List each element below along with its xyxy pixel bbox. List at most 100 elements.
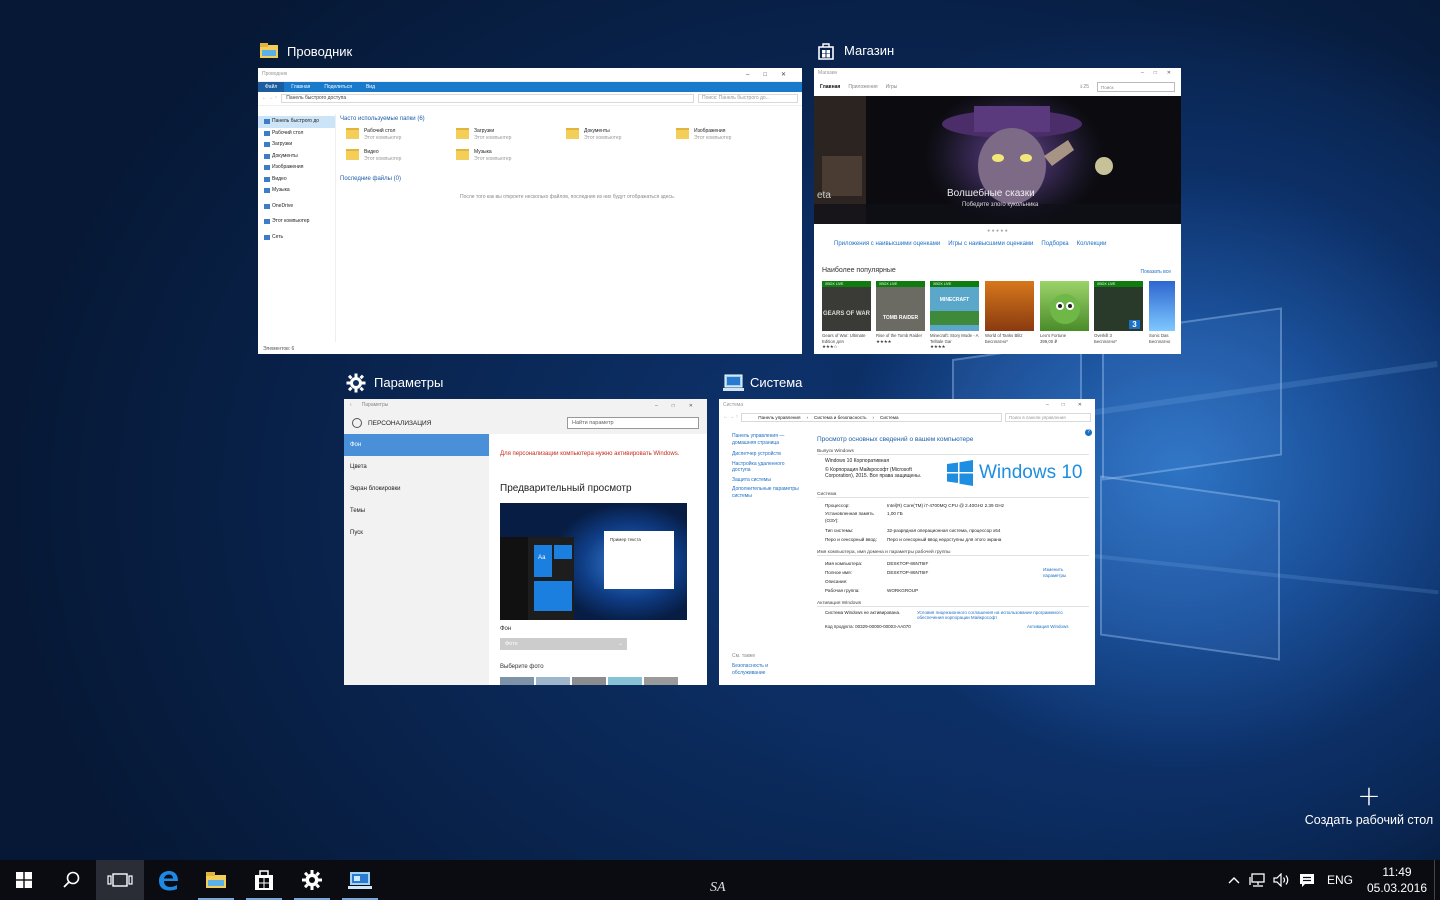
store-link[interactable]: Игры с наивысшими оценками — [948, 241, 1033, 247]
search-button[interactable] — [48, 860, 96, 900]
settings-menu-item[interactable]: Темы — [344, 500, 489, 522]
side-link[interactable]: Защита системы — [725, 477, 811, 484]
settings-thumbnail[interactable]: ‹ Параметры –□✕ ПЕРСОНАЛИЗАЦИЯ Найти пар… — [344, 399, 707, 685]
ribbon-tab[interactable]: Поделиться — [317, 84, 359, 90]
store-window-title[interactable]: Магазин — [816, 41, 894, 60]
settings-taskbar-button[interactable] — [288, 860, 336, 900]
frequent-folders-header[interactable]: Часто используемые папки (6) — [340, 116, 795, 122]
nav-item[interactable]: OneDrive — [258, 201, 335, 213]
nav-item[interactable]: Документы — [258, 151, 335, 163]
clock[interactable]: 11:49 05.03.2016 — [1360, 865, 1434, 895]
explorer-thumbnail[interactable]: Проводник –□✕ Файл Главная Поделиться Ви… — [258, 68, 802, 354]
app-tile[interactable]: XBOX LIVE MINECRAFT — [930, 281, 979, 331]
app-tile[interactable] — [1040, 281, 1089, 331]
show-desktop-button[interactable] — [1434, 860, 1440, 900]
settings-menu-item[interactable]: Пуск — [344, 522, 489, 544]
help-icon[interactable]: ? — [1085, 429, 1092, 436]
settings-menu-item[interactable]: Цвета — [344, 456, 489, 478]
side-link[interactable]: Диспетчер устройств — [725, 451, 811, 458]
system-row: Перо и сенсорный ввод: Перо и сенсорный в… — [825, 536, 1002, 542]
folder-item[interactable]: Изображения Этот компьютер — [676, 128, 786, 141]
folder-item[interactable]: Музыка Этот компьютер — [456, 149, 566, 162]
nav-arrows[interactable]: ← → ↑ — [262, 95, 277, 102]
back-arrow-icon[interactable]: ‹ — [350, 402, 352, 409]
ribbon-tab[interactable]: Главная — [284, 84, 317, 90]
network-icon — [1249, 873, 1265, 887]
ribbon-tab[interactable]: Файл — [258, 82, 285, 92]
window-controls[interactable]: –□✕ — [1046, 402, 1095, 408]
volume-button[interactable] — [1270, 873, 1294, 887]
store-search-input[interactable]: Поиск — [1097, 82, 1175, 92]
store-link[interactable]: Приложения с наивысшими оценками — [834, 241, 940, 247]
change-settings-link[interactable]: Изменить параметры — [1043, 567, 1083, 579]
system-row: Процессор: Intel(R) Core(TM) i7-4700MQ CP… — [825, 502, 1004, 508]
store-link[interactable]: Коллекции — [1077, 241, 1107, 247]
window-controls[interactable]: –□✕ — [655, 403, 707, 409]
nav-item[interactable]: Видео — [258, 174, 335, 186]
edge-button[interactable] — [144, 860, 192, 900]
nav-arrows[interactable]: ← → ↑ — [723, 414, 738, 421]
action-center-button[interactable] — [1294, 873, 1320, 888]
activation-warning[interactable]: Для персонализации компьютера нужно акти… — [500, 451, 690, 457]
store-taskbar-button[interactable] — [240, 860, 288, 900]
window-controls[interactable]: –□✕ — [746, 71, 802, 78]
show-hidden-icons-button[interactable] — [1222, 873, 1246, 888]
nav-item[interactable]: Загрузки — [258, 139, 335, 151]
task-view-button[interactable] — [96, 860, 144, 900]
system-window-title[interactable]: Система — [722, 373, 802, 391]
side-link[interactable]: Настройка удаленного доступа — [725, 461, 795, 474]
app-tile[interactable]: XBOX LIVE GEARS OF WAR — [822, 281, 871, 331]
start-button[interactable] — [0, 860, 48, 900]
system-taskbar-button[interactable] — [336, 860, 384, 900]
show-all-link[interactable]: Показать все — [1140, 269, 1171, 275]
carousel-dots[interactable]: ● ● ● ● ● — [814, 228, 1181, 234]
app-tile[interactable]: XBOX LIVE 3 — [1094, 281, 1143, 331]
nav-item[interactable]: Сеть — [258, 232, 335, 244]
explorer-taskbar-button[interactable] — [192, 860, 240, 900]
folder-item[interactable]: Видео Этот компьютер — [346, 149, 456, 162]
settings-menu-item[interactable]: Фон — [344, 434, 489, 456]
security-maintenance-link[interactable]: Безопасность и обслуживание — [732, 663, 792, 676]
recent-files-header[interactable]: Последние файлы (0) — [340, 176, 795, 182]
settings-window-title[interactable]: Параметры — [346, 373, 443, 393]
store-thumbnail[interactable]: Магазин –□✕ Главная Приложения Игры ⇓25 … — [814, 68, 1181, 354]
address-bar[interactable]: Панель быстрого доступа — [281, 94, 694, 103]
nav-item[interactable]: Этот компьютер — [258, 216, 335, 228]
nav-item[interactable]: Музыка — [258, 185, 335, 197]
input-language-button[interactable]: ENG — [1320, 873, 1360, 887]
hero-banner[interactable]: eta Волшебные сказки Победите злого куко… — [814, 96, 1181, 224]
license-link[interactable]: Условия лицензионного соглашения на испо… — [917, 610, 1067, 620]
store-link[interactable]: Подборка — [1041, 241, 1068, 247]
settings-menu-item[interactable]: Экран блокировки — [344, 478, 489, 500]
cp-home-link[interactable]: Панель управления — домашняя страница — [725, 433, 795, 446]
gear-icon — [302, 870, 322, 890]
store-tab[interactable]: Игры — [886, 84, 898, 91]
folder-item[interactable]: Рабочий стол Этот компьютер — [346, 128, 456, 141]
app-caption: Sonic Das Бесплатно — [1149, 333, 1171, 344]
app-tile[interactable] — [985, 281, 1034, 331]
folder-item[interactable]: Документы Этот компьютер — [566, 128, 676, 141]
settings-search-input[interactable]: Найти параметр — [567, 417, 699, 429]
app-tile[interactable] — [1149, 281, 1175, 331]
side-link[interactable]: Дополнительные параметры системы — [725, 486, 805, 499]
store-tab[interactable]: Приложения — [848, 84, 877, 91]
explorer-window-title[interactable]: Проводник — [259, 42, 352, 60]
explorer-search-input[interactable]: Поиск: Панель быстрого до... — [698, 94, 798, 103]
nav-item[interactable]: Изображения — [258, 162, 335, 174]
system-search-input[interactable]: Поиск в панели управления — [1005, 412, 1091, 422]
folder-item[interactable]: Загрузки Этот компьютер — [456, 128, 566, 141]
window-controls[interactable]: –□✕ — [1141, 70, 1181, 76]
network-button[interactable] — [1246, 873, 1270, 887]
background-select[interactable]: Фото ⌄ — [500, 638, 627, 650]
nav-item[interactable]: Рабочий стол — [258, 128, 335, 140]
system-address-bar[interactable]: Панель управления › Система и безопасность… — [741, 412, 1002, 422]
photo-strip[interactable] — [500, 677, 678, 685]
activate-windows-link[interactable]: Активация Windows — [1027, 624, 1068, 629]
nav-item[interactable]: Панель быстрого до — [258, 116, 335, 128]
downloads-indicator[interactable]: ⇓25 — [1079, 84, 1089, 91]
ribbon-tab[interactable]: Вид — [359, 84, 382, 90]
store-tab[interactable]: Главная — [820, 84, 840, 91]
app-tile[interactable]: XBOX LIVE TOMB RAIDER — [876, 281, 925, 331]
new-desktop-button[interactable]: + Создать рабочий стол — [1300, 782, 1438, 828]
system-thumbnail[interactable]: Система –□✕ ← → ↑ Панель управления › Сист… — [719, 399, 1095, 685]
